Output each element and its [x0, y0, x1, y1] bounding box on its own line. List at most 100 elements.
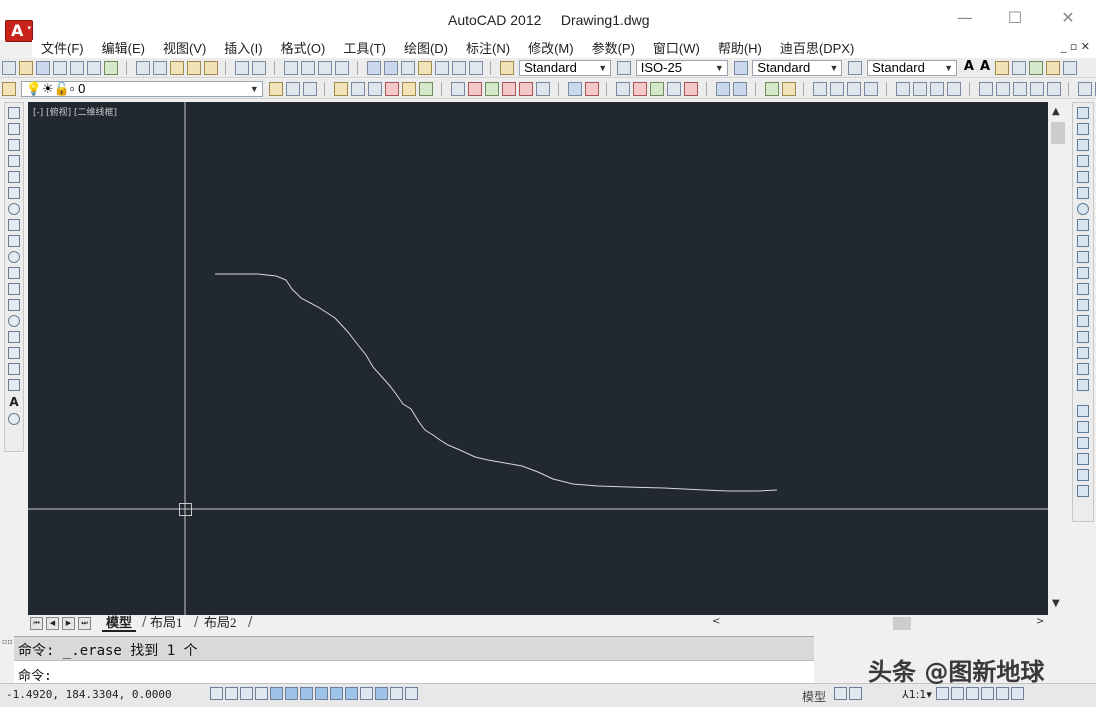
first-tab-icon[interactable]: ⏮: [30, 617, 43, 630]
aligned-dimension-icon[interactable]: [830, 82, 845, 96]
join-icon[interactable]: [1077, 315, 1089, 327]
gradient-icon[interactable]: [8, 347, 20, 359]
save-icon[interactable]: [36, 61, 50, 75]
dpx-tool-22-icon[interactable]: [764, 82, 779, 96]
tab-layout2[interactable]: 布局2: [200, 615, 241, 632]
quick-properties-icon[interactable]: [390, 687, 403, 700]
dpx-tool-18-icon[interactable]: [667, 82, 682, 96]
break-at-point-icon[interactable]: [1077, 283, 1089, 295]
terrain-profile-polyline[interactable]: [215, 273, 778, 492]
multileader-style-icon[interactable]: [848, 61, 863, 75]
quick-view-layouts-icon[interactable]: [834, 687, 847, 700]
dpx-tool-17-icon[interactable]: [650, 82, 665, 96]
tolerance-icon[interactable]: [1078, 82, 1093, 96]
close-button[interactable]: ✕: [1058, 8, 1078, 28]
block-editor-icon[interactable]: [203, 61, 218, 75]
auto-scale-icon[interactable]: [951, 687, 964, 700]
quick-dimension-icon[interactable]: [978, 82, 993, 96]
globe-icon[interactable]: [104, 61, 118, 75]
document-window-controls[interactable]: _ ▫ ✕: [1061, 40, 1090, 53]
open-file-icon[interactable]: [19, 61, 33, 75]
ortho-mode-icon[interactable]: [255, 687, 268, 700]
polyline-icon[interactable]: [8, 139, 20, 151]
dpx-tool-3-icon[interactable]: [368, 82, 383, 96]
model-space-toggle[interactable]: 模型: [802, 688, 826, 705]
annotation-scale-select[interactable]: ⅄1:1▾: [902, 688, 932, 701]
jogged-dimension-icon[interactable]: [912, 82, 927, 96]
dpx-tool-11-icon[interactable]: [518, 82, 533, 96]
rectangle-icon[interactable]: [8, 171, 20, 183]
insert-block-icon[interactable]: [8, 283, 20, 295]
dpx-tool-13-icon[interactable]: [567, 82, 582, 96]
layer-properties-icon[interactable]: [2, 82, 16, 96]
table-style-select[interactable]: Standard ▼: [752, 60, 843, 76]
justify-text-icon[interactable]: [1063, 61, 1078, 75]
cut-icon[interactable]: [135, 61, 150, 75]
arc-length-icon[interactable]: [847, 82, 862, 96]
snap-mode-icon[interactable]: [225, 687, 238, 700]
undo-icon[interactable]: [235, 61, 250, 75]
explode-icon[interactable]: [1077, 379, 1089, 391]
selection-cycling-icon[interactable]: [405, 687, 418, 700]
dynamic-input-icon[interactable]: [345, 687, 358, 700]
dpx-tool-20-icon[interactable]: [715, 82, 730, 96]
menu-dimension[interactable]: 标注(N): [457, 40, 519, 58]
tab-layout1[interactable]: 布局1: [146, 615, 187, 632]
text-tool-button[interactable]: A: [964, 59, 974, 74]
design-center-icon[interactable]: [383, 61, 398, 75]
ordinate-dimension-icon[interactable]: [864, 82, 879, 96]
point-icon[interactable]: [8, 315, 20, 327]
text-to-front-icon[interactable]: [1077, 469, 1089, 481]
dpx-tool-8-icon[interactable]: [467, 82, 482, 96]
object-snap-tracking-icon[interactable]: [315, 687, 328, 700]
make-block-icon[interactable]: [8, 299, 20, 311]
menu-view[interactable]: 视图(V): [154, 40, 215, 58]
3d-object-snap-icon[interactable]: [300, 687, 313, 700]
text-scale-icon[interactable]: [1046, 61, 1061, 75]
revision-cloud-icon[interactable]: [8, 219, 20, 231]
paste-icon[interactable]: [169, 61, 184, 75]
stretch-icon[interactable]: [1077, 235, 1089, 247]
scale-icon[interactable]: [1077, 219, 1089, 231]
menu-modify[interactable]: 修改(M): [519, 40, 583, 58]
sheet-set-icon[interactable]: [417, 61, 432, 75]
dpx-tool-6-icon[interactable]: [419, 82, 434, 96]
multiline-text-button[interactable]: A: [5, 395, 23, 409]
pan-icon[interactable]: [283, 61, 298, 75]
match-properties-icon[interactable]: [186, 61, 201, 75]
mirror-icon[interactable]: [1077, 139, 1089, 151]
circle-icon[interactable]: [8, 203, 20, 215]
layer-states-icon[interactable]: [302, 82, 317, 96]
scroll-down-icon[interactable]: ▼: [1052, 598, 1060, 609]
print-icon[interactable]: [53, 61, 67, 75]
command-line[interactable]: 命令:: [14, 660, 814, 684]
arc-icon[interactable]: [8, 187, 20, 199]
scroll-right-icon[interactable]: >: [1036, 616, 1044, 627]
infer-constraints-icon[interactable]: [210, 687, 223, 700]
ellipse-icon[interactable]: [8, 251, 20, 263]
polygon-icon[interactable]: [8, 155, 20, 167]
send-under-icon[interactable]: [1077, 453, 1089, 465]
new-file-icon[interactable]: [2, 61, 16, 75]
table-style-icon[interactable]: [733, 61, 748, 75]
dpx-tool-2-icon[interactable]: [351, 82, 366, 96]
previous-tab-icon[interactable]: ◀: [46, 617, 59, 630]
polar-tracking-icon[interactable]: [270, 687, 283, 700]
copy-object-icon[interactable]: [1077, 123, 1089, 135]
lineweight-icon[interactable]: [360, 687, 373, 700]
edit-text-icon[interactable]: [995, 61, 1010, 75]
dimension-style-select[interactable]: ISO-25 ▼: [635, 60, 728, 76]
dpx-tool-5-icon[interactable]: [402, 82, 417, 96]
print-preview-icon[interactable]: [70, 61, 84, 75]
calculator-icon[interactable]: [451, 61, 466, 75]
ellipse-arc-icon[interactable]: [8, 267, 20, 279]
zoom-previous-icon[interactable]: [334, 61, 349, 75]
erase-icon[interactable]: [1077, 107, 1089, 119]
quick-view-drawings-icon[interactable]: [849, 687, 862, 700]
bring-above-icon[interactable]: [1077, 437, 1089, 449]
extend-icon[interactable]: [1077, 267, 1089, 279]
dpx-tool-15-icon[interactable]: [616, 82, 631, 96]
chamfer-icon[interactable]: [1077, 331, 1089, 343]
scroll-up-icon[interactable]: ▲: [1052, 106, 1060, 117]
help-icon[interactable]: [468, 61, 483, 75]
